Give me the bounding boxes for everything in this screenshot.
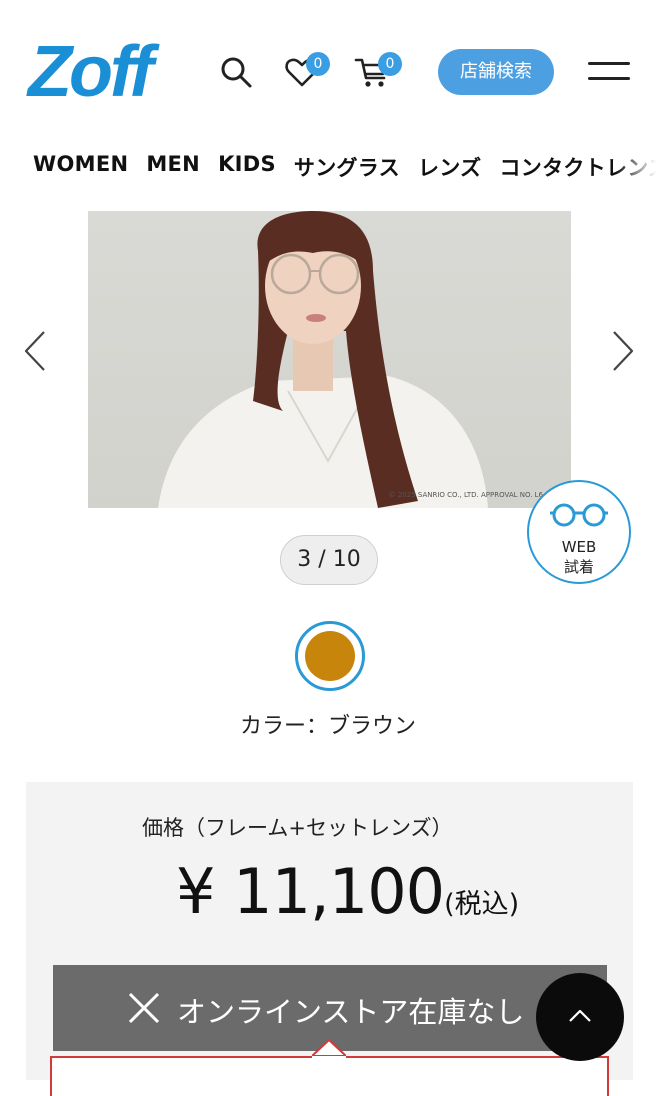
product-photo[interactable]: © 2025 SANRIO CO., LTD. APPROVAL NO. L6: [88, 211, 571, 508]
cart-button[interactable]: 0: [350, 50, 402, 94]
color-label: カラー：ブラウン: [239, 714, 416, 739]
menu-icon: [588, 77, 630, 80]
close-icon: [128, 992, 160, 1024]
nav-item-men[interactable]: MEN: [146, 152, 200, 182]
nav-item-kids[interactable]: KIDS: [218, 152, 276, 182]
glasses-icon: [550, 503, 608, 527]
search-button[interactable]: [214, 50, 258, 94]
color-swatch-brown: [305, 631, 355, 681]
menu-button[interactable]: [588, 60, 632, 84]
reserve-notch: [312, 1038, 346, 1058]
category-nav: WOMEN MEN KIDS サングラス レンズ コンタクトレンズ: [0, 140, 656, 200]
search-icon: [221, 57, 252, 88]
tax-label: (税込): [444, 889, 520, 920]
prev-image-button[interactable]: [20, 326, 50, 376]
nav-item-sunglasses[interactable]: サングラス: [294, 152, 400, 182]
favorites-count-badge: 0: [306, 52, 330, 76]
copyright-text: © 2025 SANRIO CO., LTD. APPROVAL NO. L6: [388, 491, 543, 499]
scroll-to-top-button[interactable]: [536, 973, 624, 1061]
nav-item-lenses[interactable]: レンズ: [418, 152, 481, 182]
chevron-up-icon: [569, 1009, 591, 1022]
price-label: 価格（フレーム+セットレンズ）: [142, 816, 453, 840]
color-swatch-selected[interactable]: [295, 621, 365, 691]
web-try-on-label: WEB: [561, 538, 597, 556]
chevron-left-icon: [24, 331, 45, 371]
price-value: ¥ 11,100(税込): [176, 854, 519, 943]
image-counter: 3 / 10: [280, 535, 378, 585]
next-image-button[interactable]: [608, 326, 638, 376]
menu-icon: [588, 62, 630, 65]
web-try-on-label-2: 試着: [563, 558, 594, 576]
chevron-right-icon: [613, 331, 634, 371]
nav-fade: [616, 140, 656, 200]
out-of-stock-label: オンラインストア在庫なし: [177, 995, 525, 1029]
price-amount: ¥ 11,100: [176, 855, 445, 928]
store-search-button[interactable]: 店舗検索: [438, 49, 554, 95]
store-reserve-panel[interactable]: [50, 1056, 609, 1096]
web-try-on-button[interactable]: WEB 試着: [527, 480, 631, 584]
zoff-logo[interactable]: Zoff: [28, 32, 154, 112]
model-illustration: [158, 211, 488, 508]
site-header: Zoff 0 0 店舗検索: [0, 0, 656, 130]
cart-count-badge: 0: [378, 52, 402, 76]
nav-item-women[interactable]: WOMEN: [33, 152, 128, 182]
favorites-button[interactable]: 0: [280, 50, 330, 94]
